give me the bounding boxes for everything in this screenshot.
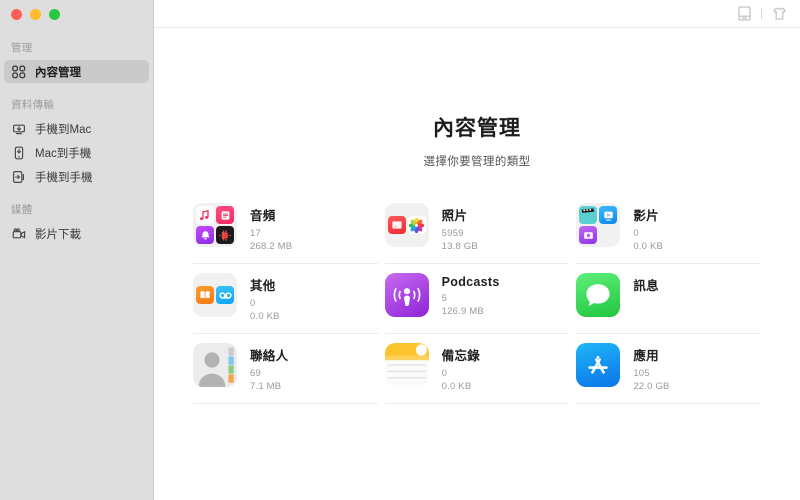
content-area: 內容管理 選擇你要管理的類型 音頻 17 268.2 MB 照片 5959 13… [154, 28, 800, 404]
category-card-other[interactable]: 其他 0 0.0 KB [193, 264, 378, 334]
category-card-notes[interactable]: 備忘錄 0 0.0 KB [384, 334, 570, 404]
main-panel: 內容管理 選擇你要管理的類型 音頻 17 268.2 MB 照片 5959 13… [154, 0, 800, 500]
minimize-button[interactable] [30, 8, 41, 20]
sidebar-item-video-download[interactable]: 影片下載 [4, 222, 149, 245]
phone-to-mac-icon [11, 121, 26, 136]
sidebar-section-label-transfer: 資料傳輸 [11, 99, 55, 111]
category-card-photos[interactable]: 照片 5959 13.8 GB [384, 194, 570, 264]
card-text: 應用 105 22.0 GB [633, 343, 669, 392]
card-text: 照片 5959 13.8 GB [442, 203, 478, 252]
toolbar-divider [761, 8, 762, 19]
card-count: 0 [250, 298, 256, 309]
videos-empty-slot [599, 226, 617, 244]
category-card-contacts[interactable]: 聯絡人 69 7.1 MB [193, 334, 378, 404]
card-count: 5959 [441, 228, 464, 239]
sidebar-item-label: 內容管理 [35, 66, 81, 79]
card-count: 0 [633, 228, 639, 239]
sidebar-item-content-management[interactable]: 內容管理 [4, 60, 149, 83]
appstore-icon [576, 343, 621, 387]
category-card-messages[interactable]: 訊息 [576, 264, 761, 334]
other-group-icon [193, 273, 237, 317]
card-size: 0.0 KB [441, 381, 472, 392]
audio-group-icon [193, 203, 237, 247]
sidebar-nav: 管理 內容管理 資料傳輸 手機到Mac Mac到手機 手機到手機 媒體 影片下載 [0, 28, 153, 245]
sidebar-item-phone-to-phone[interactable]: 手機到手機 [4, 165, 149, 188]
photos-group-icon [384, 203, 429, 247]
video-download-icon [11, 226, 26, 241]
photo-booth-icon [579, 226, 598, 244]
card-count: 69 [250, 368, 261, 379]
card-text: 備忘錄 0 0.0 KB [442, 343, 480, 392]
notes-icon [384, 343, 429, 387]
sidebar: 管理 內容管理 資料傳輸 手機到Mac Mac到手機 手機到手機 媒體 影片下載 [0, 0, 154, 500]
card-title: 聯絡人 [250, 349, 289, 363]
card-count: 0 [441, 368, 448, 379]
close-button[interactable] [11, 8, 22, 20]
card-size: 268.2 MB [250, 241, 293, 252]
toolbar [154, 0, 800, 28]
sidebar-item-label: Mac到手機 [35, 147, 92, 160]
card-title: 應用 [633, 349, 659, 363]
sidebar-item-phone-to-mac[interactable]: 手機到Mac [4, 117, 149, 140]
card-text: 音頻 17 268.2 MB [250, 203, 292, 252]
photos-flower-icon [407, 216, 426, 234]
device-icon[interactable] [736, 5, 752, 22]
card-count: 17 [250, 228, 261, 239]
category-card-podcasts[interactable]: Podcasts 5 126.9 MB [384, 264, 570, 334]
card-size: 7.1 MB [250, 381, 282, 392]
toolkit-shirt-icon[interactable] [771, 5, 787, 22]
category-card-videos[interactable]: tv 影片 0 0.0 KB [576, 194, 761, 264]
card-title: Podcasts [441, 275, 500, 289]
sidebar-item-label: 影片下載 [35, 228, 81, 241]
card-title: 備忘錄 [441, 349, 481, 363]
card-size: 126.9 MB [441, 306, 484, 317]
contacts-icon [193, 343, 237, 387]
sidebar-section-label-manage: 管理 [11, 42, 33, 54]
podcasts-icon [384, 273, 429, 317]
card-text: 聯絡人 69 7.1 MB [250, 343, 288, 392]
card-size: 13.8 GB [441, 241, 478, 252]
card-text: Podcasts 5 126.9 MB [442, 273, 500, 317]
card-title: 影片 [633, 209, 659, 223]
sidebar-item-label: 手機到Mac [35, 123, 92, 136]
card-count: 105 [633, 368, 650, 379]
window-controls [0, 0, 153, 28]
mac-to-phone-icon [11, 145, 26, 160]
category-card-apps[interactable]: 應用 105 22.0 GB [576, 334, 761, 404]
card-text: 訊息 [633, 273, 659, 298]
voicemail-icon [216, 286, 234, 304]
card-text: 影片 0 0.0 KB [633, 203, 663, 252]
card-size: 0.0 KB [633, 241, 664, 252]
page-title: 內容管理 [433, 117, 521, 140]
books-icon [196, 286, 214, 304]
audio-waveform-icon [216, 226, 234, 244]
maximize-button[interactable] [49, 8, 60, 20]
category-grid: 音頻 17 268.2 MB 照片 5959 13.8 GB tv 影片 0 0… [193, 194, 761, 404]
clapperboard-icon [579, 206, 598, 224]
sidebar-section-label-media: 媒體 [11, 204, 33, 216]
ringtone-bell-icon [196, 226, 214, 244]
apple-tv-icon: tv [599, 206, 618, 224]
card-title: 其他 [250, 279, 276, 293]
messages-icon [576, 273, 621, 317]
videos-group-icon: tv [576, 203, 621, 247]
music-icon [196, 206, 214, 224]
card-size: 0.0 KB [250, 311, 280, 322]
phone-to-phone-icon [11, 169, 26, 184]
card-text: 其他 0 0.0 KB [250, 273, 280, 322]
sidebar-item-mac-to-phone[interactable]: Mac到手機 [4, 141, 149, 164]
card-title: 照片 [441, 209, 468, 223]
sidebar-item-label: 手機到手機 [35, 171, 93, 184]
app-window: 管理 內容管理 資料傳輸 手機到Mac Mac到手機 手機到手機 媒體 影片下載… [0, 0, 800, 500]
page-subtitle: 選擇你要管理的類型 [423, 156, 531, 168]
grid-squares-icon [11, 64, 26, 79]
voice-memos-icon [216, 206, 234, 224]
card-size: 22.0 GB [633, 381, 670, 392]
card-title: 訊息 [633, 279, 659, 293]
photo-frame-icon [387, 216, 406, 234]
card-title: 音頻 [250, 209, 276, 223]
category-card-audio[interactable]: 音頻 17 268.2 MB [193, 194, 378, 264]
card-count: 5 [441, 293, 448, 304]
